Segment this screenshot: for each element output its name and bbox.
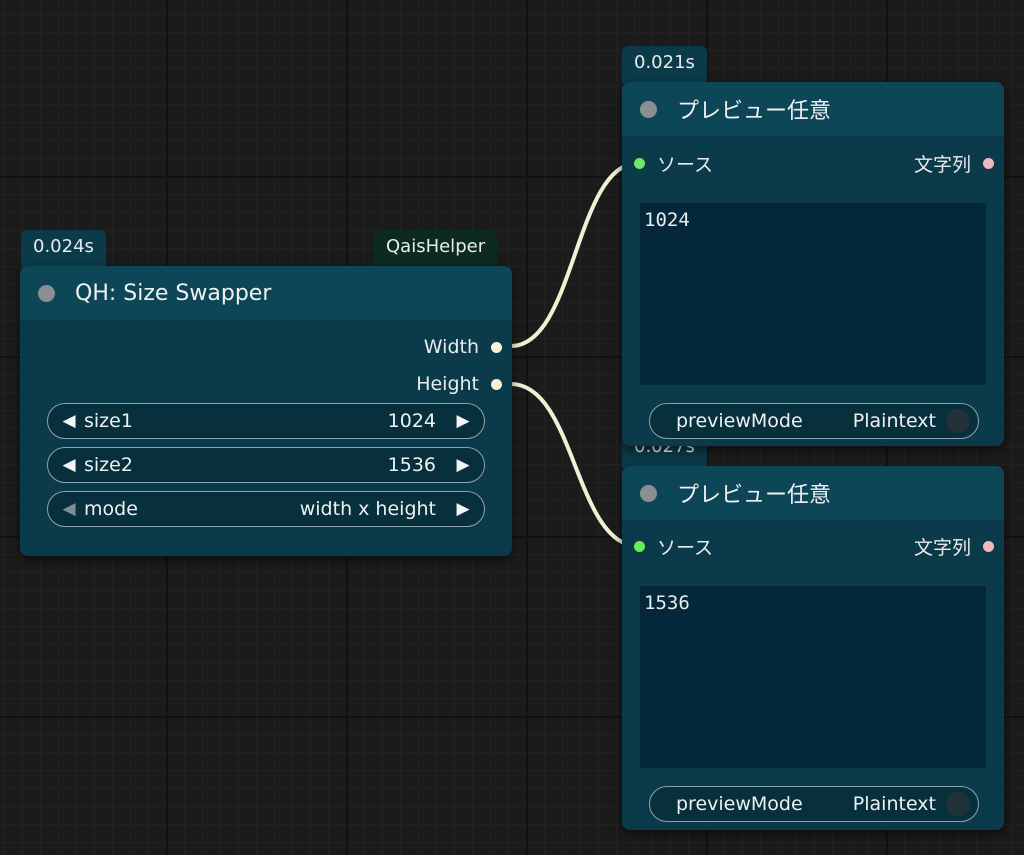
output-label: Width: [423, 336, 479, 358]
toggle-switch-icon[interactable]: [946, 409, 970, 433]
mode-widget[interactable]: ◀ mode width x height ▶: [47, 491, 485, 527]
output-slot-string[interactable]: 文字列: [914, 148, 994, 178]
input-label: ソース: [657, 153, 714, 176]
preview-mode-toggle[interactable]: previewMode Plaintext: [649, 403, 979, 439]
input-dot-icon[interactable]: [634, 540, 645, 552]
widget-label: size2: [84, 454, 133, 476]
execution-time-badge: 0.024s: [21, 230, 106, 268]
widget-value[interactable]: 1024: [388, 410, 436, 432]
preview-any-node-1[interactable]: プレビュー任意 ソース 文字列 1024 previewMode Plainte…: [622, 82, 1004, 446]
preview-mode-toggle[interactable]: previewMode Plaintext: [649, 786, 979, 822]
node-title: プレビュー任意: [677, 99, 832, 124]
node-header[interactable]: プレビュー任意: [622, 82, 1004, 136]
input-label: ソース: [657, 536, 714, 559]
node-header[interactable]: QH: Size Swapper: [20, 266, 512, 320]
execution-time-badge: 0.021s: [622, 46, 707, 84]
increment-arrow-icon[interactable]: ▶: [452, 455, 474, 475]
node-header[interactable]: プレビュー任意: [622, 466, 1004, 520]
node-title: QH: Size Swapper: [75, 280, 272, 306]
output-label: Height: [416, 373, 479, 395]
preview-textarea[interactable]: 1024: [640, 203, 986, 385]
output-slot-string[interactable]: 文字列: [914, 531, 994, 561]
preview-textarea[interactable]: 1536: [640, 586, 986, 768]
output-label: 文字列: [913, 153, 971, 176]
toggle-label: previewMode: [676, 410, 803, 432]
link-width-to-preview1[interactable]: [510, 161, 639, 348]
collapse-dot-icon[interactable]: [640, 100, 657, 118]
increment-arrow-icon[interactable]: ▶: [452, 411, 474, 431]
decrement-arrow-icon[interactable]: ◀: [58, 499, 80, 519]
widget-value[interactable]: 1536: [388, 454, 436, 476]
node-graph-canvas[interactable]: 0.024s QaisHelper QH: Size Swapper Width…: [0, 0, 1024, 855]
toggle-value: Plaintext: [852, 410, 936, 432]
output-label: 文字列: [913, 536, 971, 559]
node-title: プレビュー任意: [677, 483, 832, 508]
input-dot-icon[interactable]: [634, 157, 645, 169]
input-slot-source[interactable]: ソース: [634, 531, 713, 561]
size-swapper-node[interactable]: QH: Size Swapper Width Height ◀ size1 10…: [20, 266, 512, 556]
preview-any-node-2[interactable]: プレビュー任意 ソース 文字列 1536 previewMode Plainte…: [622, 466, 1004, 830]
input-slot-source[interactable]: ソース: [634, 148, 713, 178]
widget-value[interactable]: width x height: [300, 498, 436, 520]
output-slot-height[interactable]: Height: [416, 369, 502, 399]
collapse-dot-icon[interactable]: [38, 284, 55, 302]
output-dot-icon[interactable]: [983, 157, 994, 169]
toggle-switch-icon[interactable]: [946, 792, 970, 816]
increment-arrow-icon[interactable]: ▶: [452, 499, 474, 519]
link-height-to-preview2[interactable]: [510, 382, 639, 548]
size2-widget[interactable]: ◀ size2 1536 ▶: [47, 447, 485, 483]
collapse-dot-icon[interactable]: [640, 484, 657, 502]
output-dot-icon[interactable]: [491, 378, 502, 390]
output-slot-width[interactable]: Width: [424, 332, 502, 362]
size1-widget[interactable]: ◀ size1 1024 ▶: [47, 403, 485, 439]
toggle-label: previewMode: [676, 793, 803, 815]
output-dot-icon[interactable]: [491, 341, 502, 353]
widget-label: size1: [84, 410, 133, 432]
output-dot-icon[interactable]: [983, 540, 994, 552]
toggle-value: Plaintext: [852, 793, 936, 815]
category-badge: QaisHelper: [374, 230, 498, 268]
widget-label: mode: [84, 498, 138, 520]
decrement-arrow-icon[interactable]: ◀: [58, 411, 80, 431]
decrement-arrow-icon[interactable]: ◀: [58, 455, 80, 475]
